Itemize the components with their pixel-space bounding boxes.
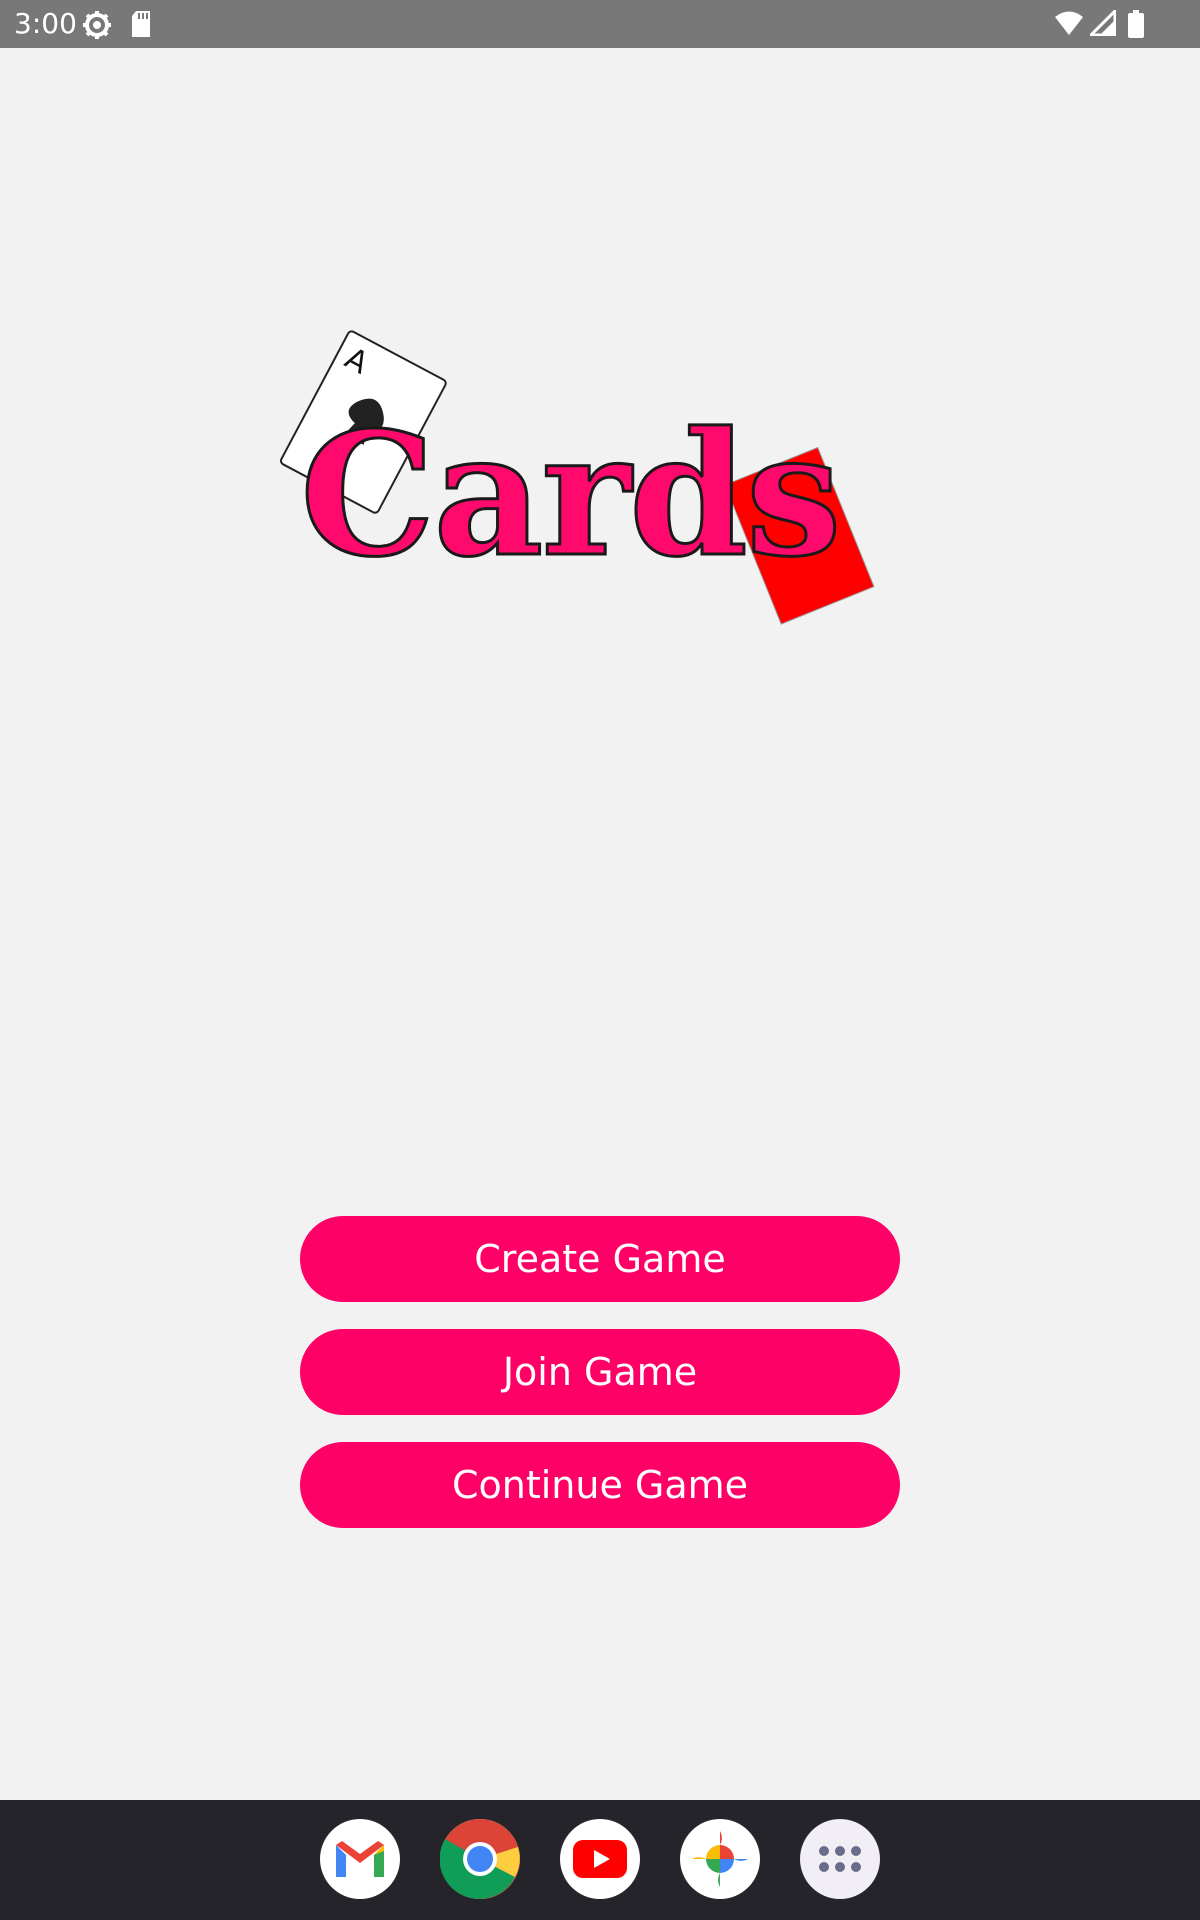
settings-icon [82,10,112,45]
signal-icon [1087,7,1117,41]
wifi-icon [1054,10,1084,41]
sd-card-icon [130,10,152,43]
app-drawer-icon[interactable] [800,1819,880,1899]
battery-icon [1128,10,1144,43]
status-bar: 3:00 [0,0,1200,48]
logo-title: Cards [299,395,844,595]
gmail-icon[interactable] [320,1819,400,1899]
photos-icon[interactable] [680,1819,760,1899]
app-dock [0,1800,1200,1920]
status-time: 3:00 [14,7,77,40]
youtube-icon[interactable] [560,1819,640,1899]
join-game-button[interactable]: Join Game [300,1329,900,1415]
create-game-button[interactable]: Create Game [300,1216,900,1302]
chrome-icon[interactable] [440,1819,520,1899]
main-menu: Create Game Join Game Continue Game [300,1216,900,1555]
continue-game-button[interactable]: Continue Game [300,1442,900,1528]
cards-logo: A Cards [270,320,910,680]
